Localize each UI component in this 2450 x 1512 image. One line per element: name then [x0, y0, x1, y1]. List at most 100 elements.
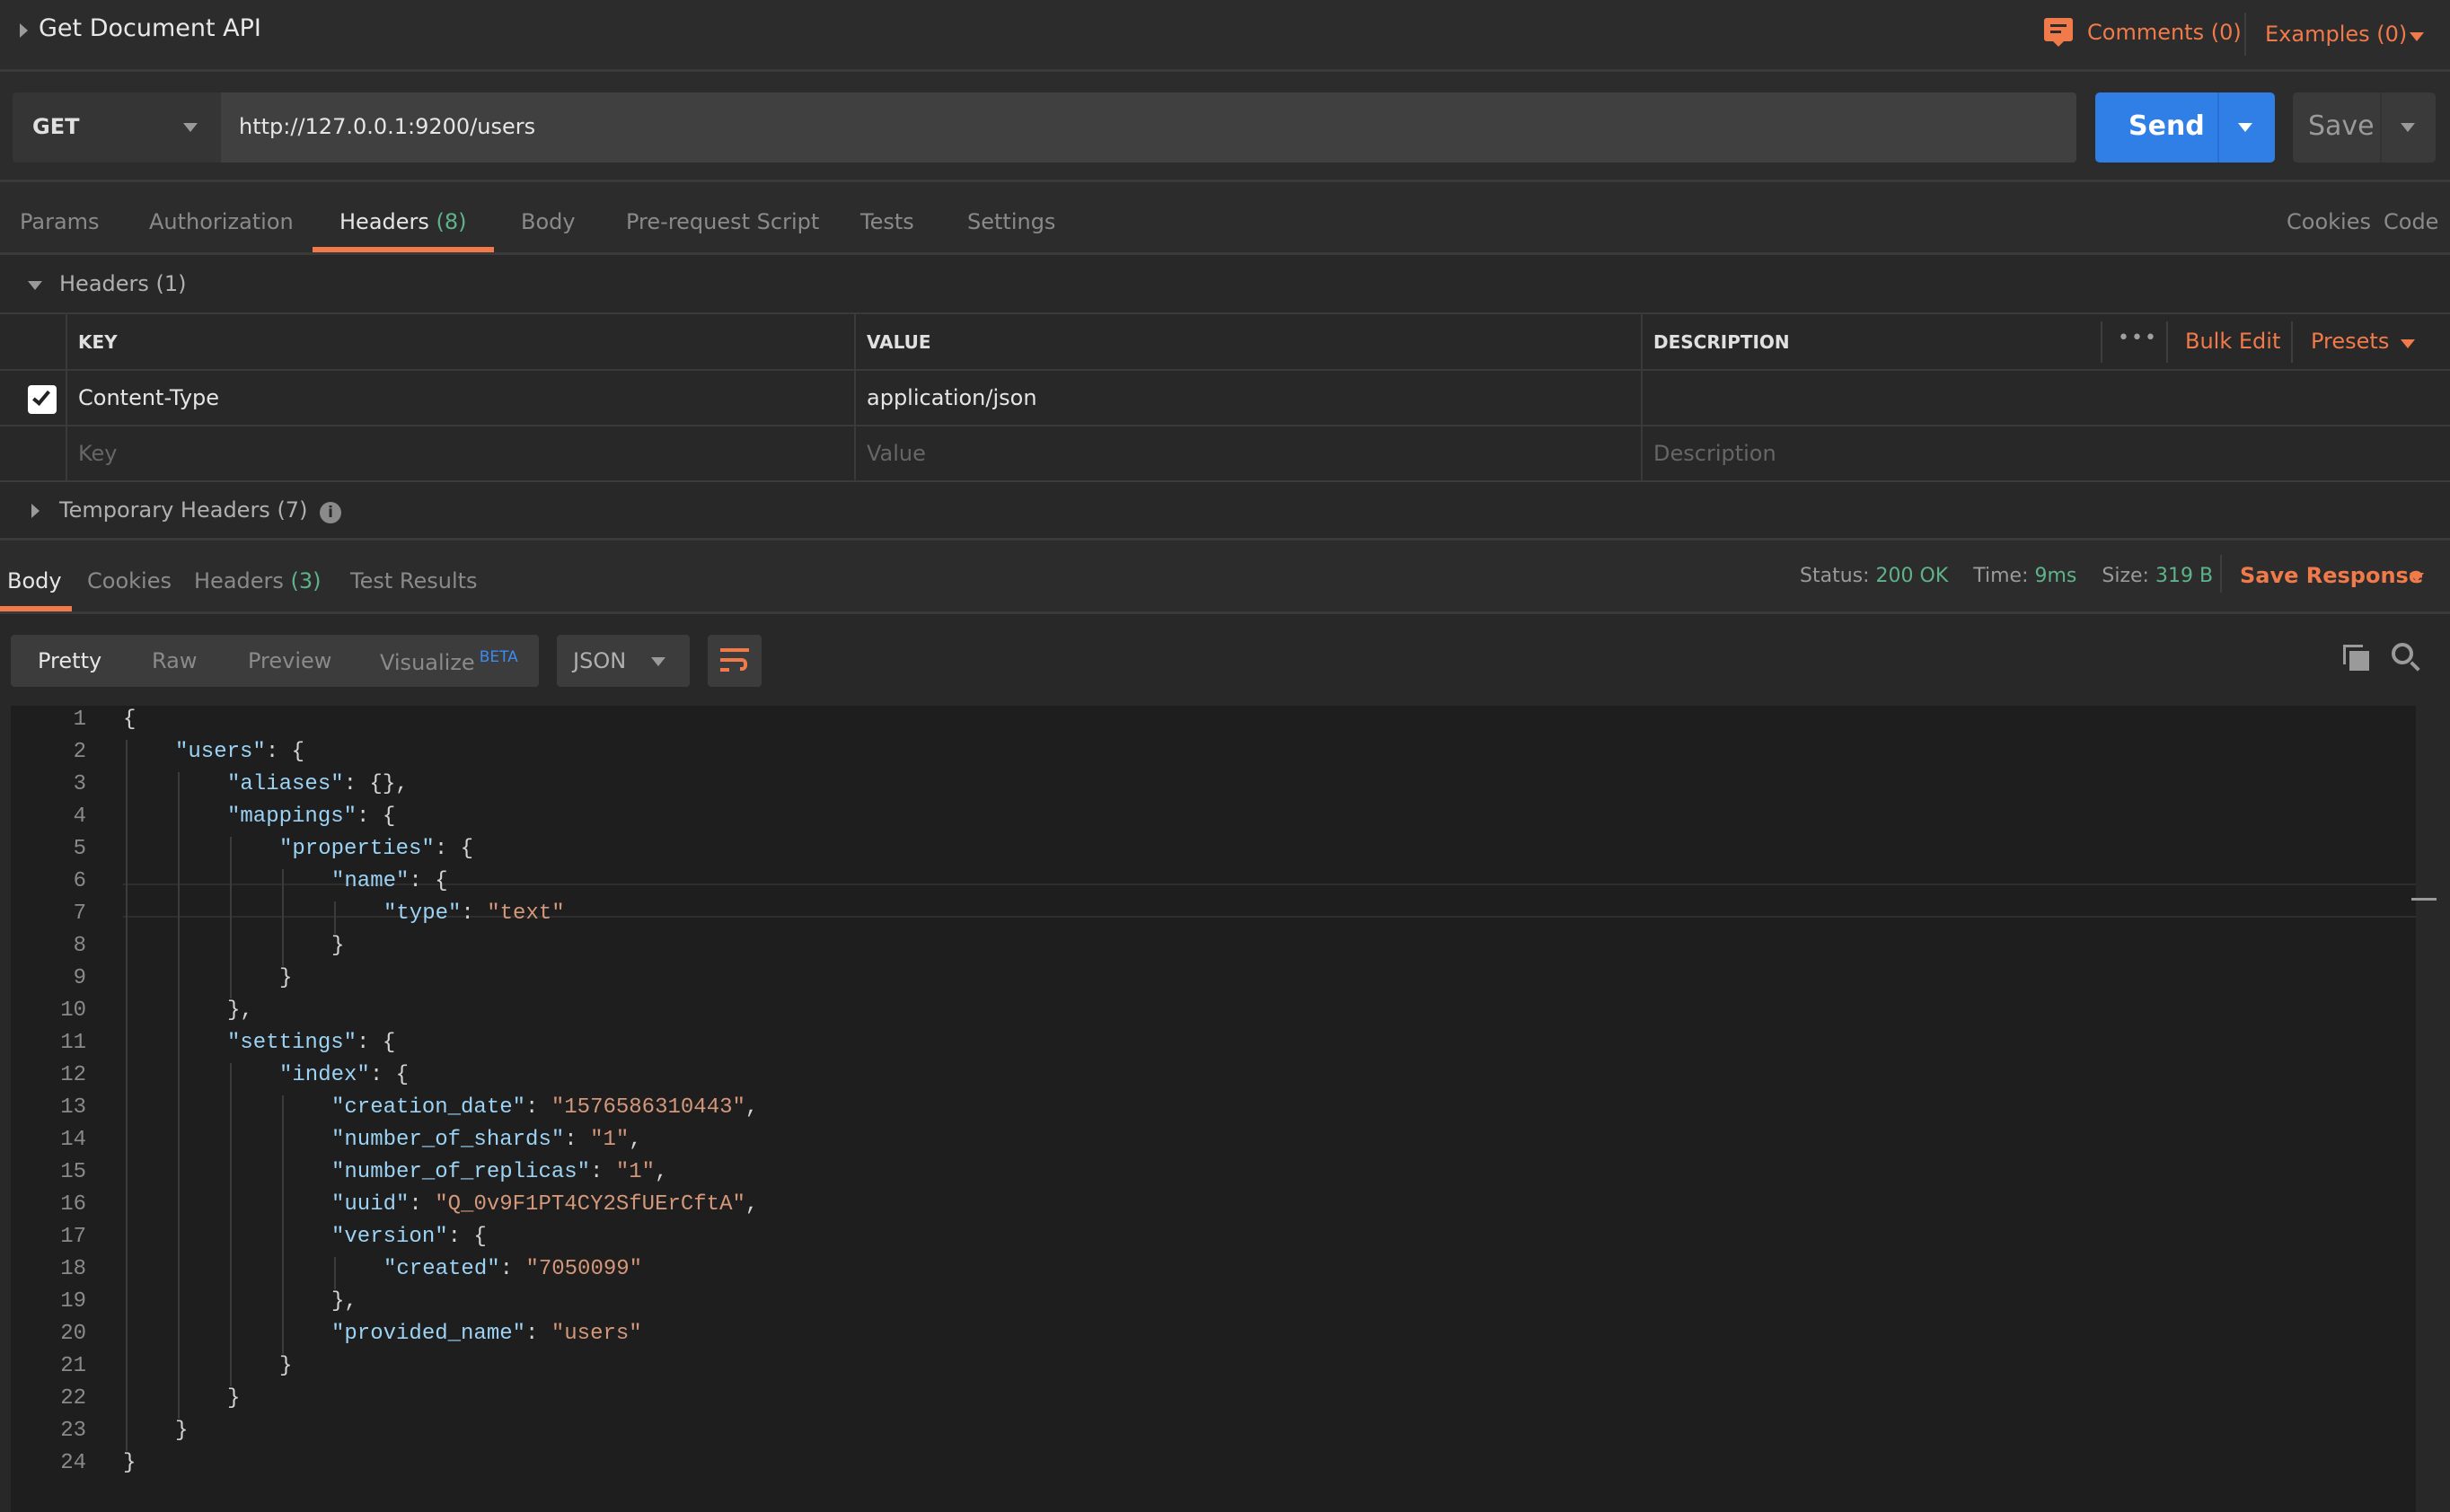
indent-guide — [178, 998, 180, 1031]
format-select[interactable]: JSON — [557, 635, 690, 687]
visualize-mode-button[interactable]: Visualize BETA — [380, 648, 518, 675]
header-key-input[interactable]: Content-Type — [66, 371, 854, 425]
chevron-down-icon[interactable] — [2401, 339, 2415, 348]
line-number: 21 — [60, 1354, 86, 1378]
temporary-headers-toggle[interactable]: Temporary Headers (7) i — [0, 482, 2450, 541]
copy-icon[interactable] — [2343, 645, 2370, 672]
size-value[interactable]: 319 B — [2155, 565, 2213, 587]
preview-mode-button[interactable]: Preview — [248, 648, 331, 673]
indent-guide — [126, 772, 128, 804]
expand-arrow-icon[interactable] — [20, 23, 28, 38]
active-tab-underline — [0, 606, 72, 611]
search-icon[interactable] — [2392, 643, 2420, 672]
send-button[interactable]: Send — [2095, 92, 2275, 163]
active-tab-underline — [313, 247, 494, 252]
json-string: "1" — [590, 1128, 630, 1152]
json-punctuation: : { — [369, 1063, 410, 1087]
pretty-mode-button[interactable]: Pretty — [38, 648, 101, 673]
save-button[interactable]: Save — [2293, 92, 2436, 163]
examples-dropdown[interactable]: Examples (0) — [2265, 22, 2407, 47]
request-title[interactable]: Get Document API — [39, 14, 261, 42]
code-line: } — [331, 934, 344, 958]
chevron-down-icon[interactable] — [2410, 573, 2424, 582]
code-line: "properties": { — [279, 837, 473, 861]
comments-link[interactable]: Comments (0) — [2087, 20, 2242, 45]
json-key: "created" — [383, 1257, 500, 1281]
presets-dropdown[interactable]: Presets — [2311, 329, 2389, 354]
line-number: 20 — [60, 1322, 86, 1346]
url-input[interactable]: http://127.0.0.1:9200/users — [221, 92, 2076, 163]
line-number: 16 — [60, 1192, 86, 1217]
tab-headers-count: (8) — [436, 209, 467, 234]
response-tab-body[interactable]: Body — [7, 568, 62, 593]
indent-guide — [126, 1257, 128, 1289]
send-label: Send — [2128, 110, 2205, 142]
indent-guide — [126, 934, 128, 966]
json-string: "7050099" — [525, 1257, 643, 1281]
chevron-down-icon — [651, 657, 665, 666]
header-row: Content-Type application/json — [0, 371, 2450, 426]
view-mode-group: Pretty Raw Preview Visualize BETA — [11, 635, 539, 687]
scrollbar-marker[interactable] — [2411, 898, 2437, 901]
json-punctuation: : {}, — [343, 772, 409, 796]
indent-guide — [126, 1095, 128, 1128]
new-description-input[interactable]: Description — [1641, 426, 2450, 480]
indent-guide — [178, 1225, 180, 1257]
wrap-lines-button[interactable] — [708, 635, 762, 687]
code-line: "number_of_replicas": "1", — [331, 1160, 667, 1184]
save-response-dropdown[interactable]: Save Response — [2240, 563, 2423, 588]
indent-guide — [126, 1160, 128, 1192]
tab-params[interactable]: Params — [20, 209, 100, 234]
line-number: 7 — [73, 901, 86, 926]
tab-headers[interactable]: Headers (8) — [339, 209, 467, 234]
json-key: "provided_name" — [331, 1322, 526, 1346]
indent-guide — [230, 1354, 232, 1386]
json-key: "mappings" — [227, 804, 357, 829]
code-line: }, — [227, 998, 253, 1023]
code-link[interactable]: Code — [2384, 209, 2438, 234]
tab-authorization[interactable]: Authorization — [149, 209, 294, 234]
save-options-caret-icon[interactable] — [2401, 123, 2415, 132]
indent-guide — [126, 966, 128, 998]
status-value[interactable]: 200 OK — [1876, 565, 1949, 587]
json-key: "name" — [331, 869, 410, 893]
line-number: 2 — [73, 740, 86, 764]
response-tab-cookies[interactable]: Cookies — [87, 568, 172, 593]
time-value[interactable]: 9ms — [2035, 565, 2077, 587]
indent-guide — [230, 1160, 232, 1192]
tab-body[interactable]: Body — [521, 209, 576, 234]
line-number: 3 — [73, 772, 86, 796]
line-number: 22 — [60, 1386, 86, 1411]
tab-pre-request-script[interactable]: Pre-request Script — [626, 209, 819, 234]
line-number: 17 — [60, 1225, 86, 1249]
new-key-input[interactable]: Key — [66, 426, 854, 480]
response-tab-test-results[interactable]: Test Results — [350, 568, 478, 593]
header-enabled-checkbox[interactable] — [28, 385, 57, 414]
header-description-input[interactable] — [1641, 371, 2450, 425]
code-line: } — [279, 966, 292, 990]
method-select[interactable]: GET — [13, 92, 221, 163]
raw-mode-button[interactable]: Raw — [152, 648, 197, 673]
headers-section-toggle[interactable]: Headers (1) — [0, 255, 2450, 314]
json-punctuation: , — [629, 1128, 642, 1152]
response-tab-headers[interactable]: Headers (3) — [194, 568, 322, 593]
tab-tests[interactable]: Tests — [860, 209, 914, 234]
chevron-down-icon[interactable] — [2410, 32, 2424, 41]
json-punctuation: , — [745, 1095, 759, 1120]
info-icon[interactable]: i — [320, 502, 341, 523]
header-value-input[interactable]: application/json — [854, 371, 1641, 425]
bulk-edit-link[interactable]: Bulk Edit — [2185, 329, 2280, 354]
indent-guide — [230, 1063, 232, 1095]
method-label: GET — [32, 114, 80, 139]
send-options-caret-icon[interactable] — [2238, 123, 2252, 132]
json-key: "users" — [175, 740, 266, 764]
new-value-input[interactable]: Value — [854, 426, 1641, 480]
indent-guide — [230, 1128, 232, 1160]
line-number: 8 — [73, 934, 86, 958]
indent-guide — [178, 1128, 180, 1160]
cookies-link[interactable]: Cookies — [2287, 209, 2371, 234]
tab-settings[interactable]: Settings — [967, 209, 1055, 234]
response-body-viewer[interactable]: 1{2 "users": {3 "aliases": {}, 4 "mappings":… — [11, 706, 2416, 1512]
url-bar-row: GET http://127.0.0.1:9200/users Send Sav… — [0, 72, 2450, 182]
more-options-icon[interactable]: ••• — [2118, 327, 2158, 349]
